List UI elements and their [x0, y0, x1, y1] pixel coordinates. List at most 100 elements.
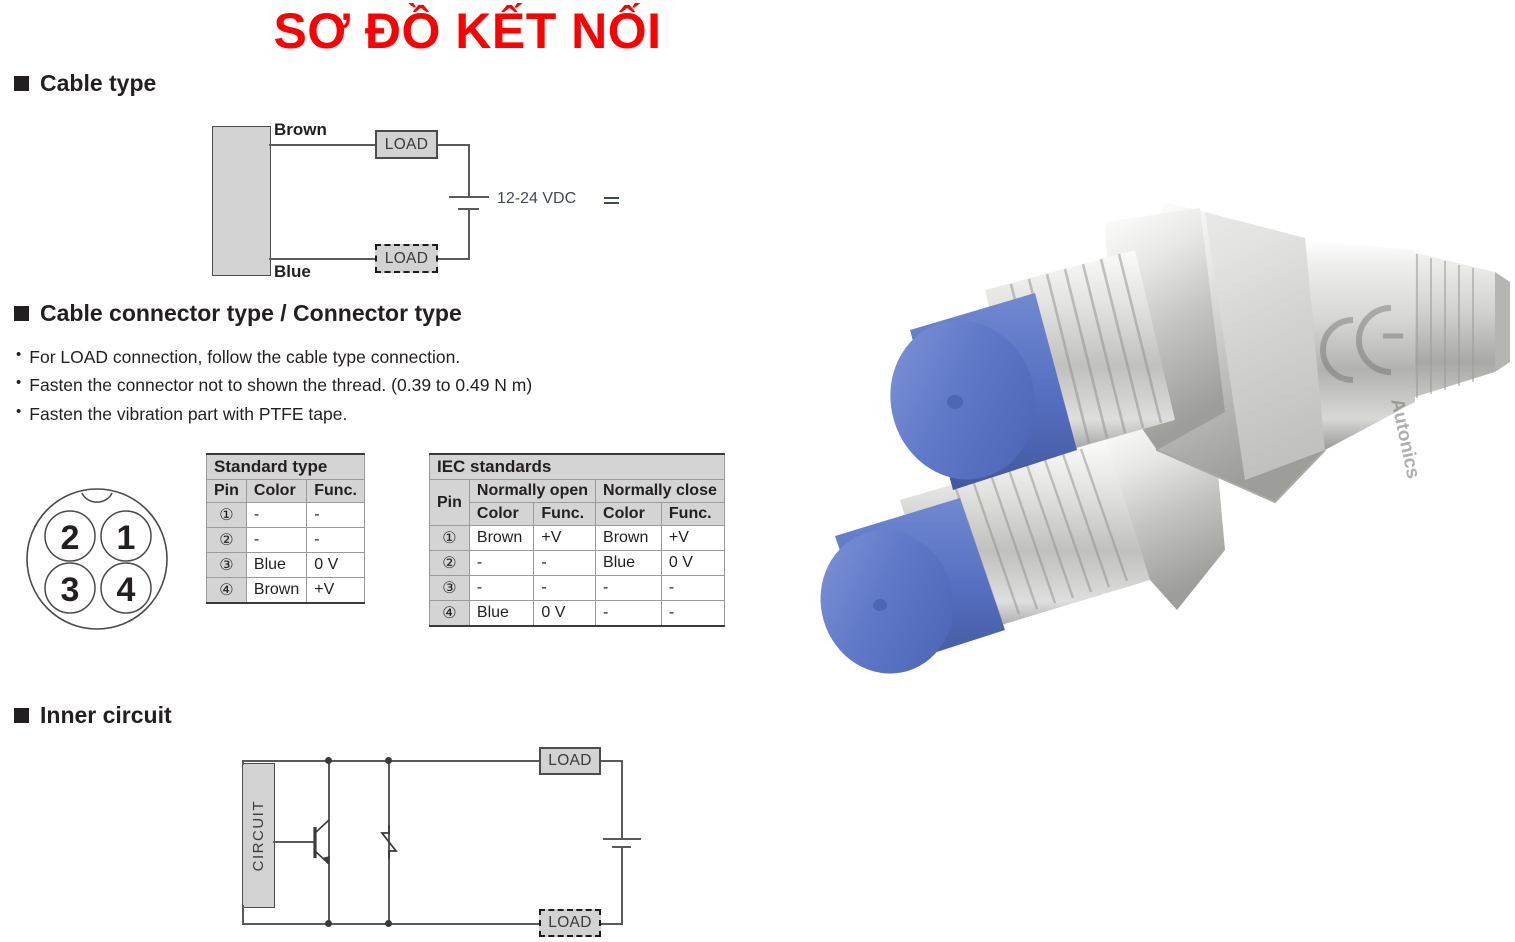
right-rail-upper-wire [621, 760, 623, 839]
sensor-body-box [212, 126, 271, 276]
pin-number-4: 4 [117, 571, 136, 609]
col-header-pin: Pin [429, 479, 470, 526]
blue-wire [269, 258, 375, 260]
col-header-pin: Pin [206, 479, 247, 503]
cable-type-diagram: Brown LOAD 12-24 VDC Blue LOAD [190, 112, 620, 292]
cell-nc-color: - [595, 575, 662, 601]
cell-func: - [306, 502, 365, 528]
connection-diagram-page: SƠ ĐỒ KẾT NỐI Cable type Brown LOAD 12-2… [0, 0, 1515, 942]
pin-number-1: 1 [117, 519, 136, 557]
circuit-bottom-stub [242, 905, 244, 924]
junction-node-top-zener [385, 757, 392, 764]
cell-no-func: +V [533, 525, 597, 551]
cell-nc-func: 0 V [660, 550, 725, 576]
bullet-dot-icon: • [16, 402, 22, 420]
connector-pin-face-diagram: 2 1 3 4 [26, 488, 168, 630]
iec-standards-table: IEC standards Pin Normally open Normally… [429, 453, 725, 627]
col-header-no-func: Func. [533, 502, 597, 526]
circuit-block: CIRCUIT [242, 763, 275, 908]
sensor-face-center-dot-front [947, 395, 963, 409]
col-header-nc-func: Func. [660, 502, 725, 526]
page-title: SƠ ĐỒ KẾT NỐI [273, 3, 662, 59]
cell-pin: ③ [206, 552, 247, 578]
bullet-dot-icon: • [16, 346, 22, 363]
cell-pin: ① [429, 525, 470, 551]
connector-thread-body [1405, 250, 1495, 400]
table-caption: Standard type [206, 453, 365, 480]
cell-pin: ① [206, 502, 247, 528]
supply-voltage-label: 12-24 VDC [497, 190, 577, 207]
list-item: • Fasten the connector not to shown the … [16, 371, 656, 399]
zener-diode-symbol-icon [380, 825, 398, 859]
cell-func: - [306, 527, 365, 553]
bullet-square-icon [14, 708, 29, 723]
brown-wire-label: Brown [274, 120, 327, 139]
blue-wire-label: Blue [274, 262, 311, 281]
bullet-square-icon [14, 76, 29, 91]
table-row: ① Brown +V Brown +V [429, 525, 725, 551]
cell-no-color: Blue [468, 600, 535, 627]
right-rail-wire-top [468, 144, 470, 196]
table-row: ③ Blue 0 V [206, 552, 365, 578]
list-item: • For LOAD connection, follow the cable … [16, 343, 656, 371]
connector-outer-circle [26, 488, 168, 630]
table-caption-row: IEC standards [429, 453, 725, 480]
right-rail-lower-wire [621, 846, 623, 923]
circuit-top-stub [242, 760, 244, 765]
section-header-label: Cable connector type / Connector type [40, 300, 462, 326]
cell-color: Brown [245, 577, 308, 604]
transistor-symbol-icon [313, 819, 330, 865]
cell-func: 0 V [306, 552, 365, 578]
transistor-base-wire [273, 841, 315, 843]
cell-color: - [245, 502, 308, 528]
pin-number-2: 2 [61, 519, 80, 557]
load-box-dashed: LOAD [375, 244, 438, 273]
cell-color: Blue [245, 552, 308, 578]
note-text: For LOAD connection, follow the cable ty… [29, 347, 461, 367]
cell-nc-color: Brown [595, 525, 662, 551]
dc-symbol-icon [604, 197, 619, 206]
cell-func: +V [306, 577, 365, 604]
cell-nc-color: Blue [595, 550, 662, 576]
cell-pin: ③ [429, 575, 470, 601]
cell-no-color: Brown [468, 525, 535, 551]
load-to-rail-wire-top [438, 144, 470, 146]
bullet-dot-icon: • [16, 374, 22, 392]
section-header-inner-circuit: Inner circuit [14, 702, 172, 729]
cell-pin: ④ [206, 577, 247, 604]
col-header-nc-color: Color [595, 502, 662, 526]
sensor-product-photo: Autonics [820, 202, 1510, 674]
load-box-solid-inner: LOAD [539, 747, 601, 775]
load-box-dashed-inner: LOAD [539, 909, 601, 937]
load-bottom-to-rail-wire [601, 923, 623, 925]
brand-label: Autonics [1386, 397, 1423, 481]
standard-type-table: Standard type Pin Color Func. ① - - ② - … [206, 453, 365, 604]
battery-positive-plate [449, 196, 489, 198]
cell-nc-func: +V [660, 525, 725, 551]
cell-pin: ② [206, 527, 247, 553]
pin-number-3: 3 [61, 571, 80, 609]
section-header-label: Cable type [40, 70, 157, 96]
circuit-block-label: CIRCUIT [250, 799, 267, 872]
cell-pin: ② [429, 550, 470, 576]
load-to-rail-wire-bottom [438, 258, 470, 260]
cell-no-color: - [468, 550, 535, 576]
junction-node-top-transistor [325, 757, 332, 764]
sensor-unit-front: Autonics [890, 202, 1510, 504]
note-text: Fasten the vibration part with PTFE tape… [29, 403, 348, 424]
bullet-square-icon [14, 306, 29, 321]
table-row: ③ - - - - [429, 575, 725, 601]
group-header-normally-open: Normally open [468, 479, 597, 503]
cell-nc-func: - [660, 575, 725, 601]
cell-color: - [245, 527, 308, 553]
cell-no-color: - [468, 575, 535, 601]
connector-notes-list: • For LOAD connection, follow the cable … [16, 343, 656, 428]
section-header-cable-type: Cable type [14, 70, 156, 97]
brown-wire [269, 144, 375, 146]
table-row: ② - - Blue 0 V [429, 550, 725, 576]
table-caption-row: Standard type [206, 453, 365, 480]
col-header-color: Color [245, 479, 308, 503]
cell-no-func: - [533, 550, 597, 576]
table-row: ④ Brown +V [206, 577, 365, 604]
sensor-face-center-dot-back [873, 599, 887, 611]
